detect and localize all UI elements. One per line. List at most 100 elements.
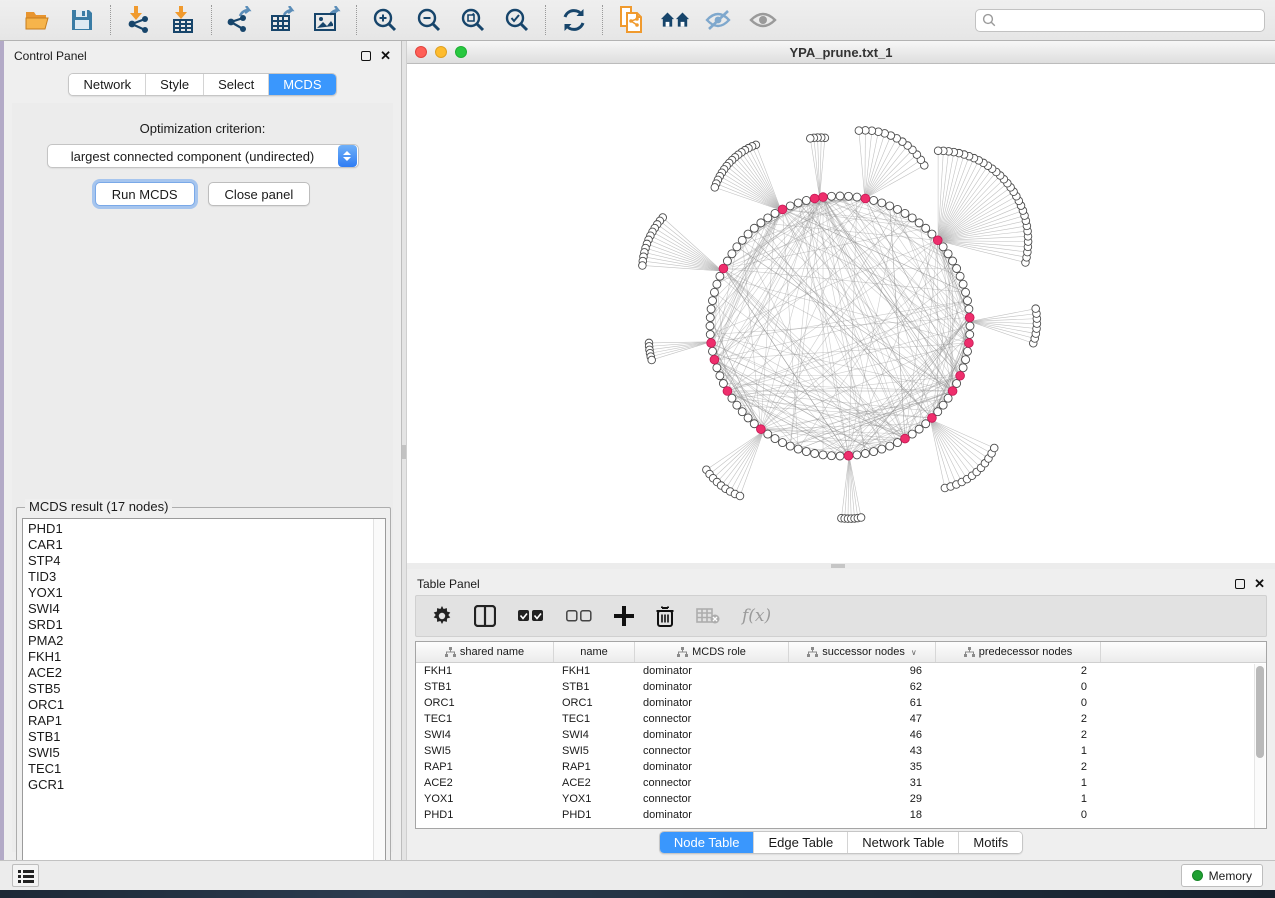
- show-hidden-icon[interactable]: [748, 5, 778, 35]
- mcds-result-item[interactable]: RAP1: [28, 713, 385, 729]
- mcds-result-item[interactable]: PHD1: [28, 521, 385, 537]
- mcds-result-item[interactable]: FKH1: [28, 649, 385, 665]
- mcds-result-item[interactable]: SWI4: [28, 601, 385, 617]
- close-panel-icon[interactable]: ✕: [1254, 579, 1265, 589]
- duplicate-network-icon[interactable]: [616, 5, 646, 35]
- split-view-icon[interactable]: [474, 605, 496, 627]
- export-table-icon[interactable]: [269, 5, 299, 35]
- mcds-result-item[interactable]: TID3: [28, 569, 385, 585]
- refresh-icon[interactable]: [559, 5, 589, 35]
- table-cell: connector: [635, 775, 789, 791]
- table-settings-icon[interactable]: [432, 606, 452, 626]
- zoom-selected-icon[interactable]: [502, 5, 532, 35]
- table-row[interactable]: ORC1ORC1dominator610: [416, 695, 1266, 711]
- table-row[interactable]: YOX1YOX1connector291: [416, 791, 1266, 807]
- table-cell: connector: [635, 711, 789, 727]
- zoom-fit-icon[interactable]: [458, 5, 488, 35]
- table-toolbar: f(x): [415, 595, 1267, 637]
- network-graph[interactable]: [407, 64, 1275, 563]
- close-panel-button[interactable]: Close panel: [208, 182, 311, 206]
- add-column-icon[interactable]: [614, 606, 634, 626]
- tab-network-table[interactable]: Network Table: [848, 832, 959, 853]
- open-file-icon[interactable]: [23, 5, 53, 35]
- mcds-result-item[interactable]: ACE2: [28, 665, 385, 681]
- criterion-dropdown[interactable]: largest connected component (undirected): [47, 144, 359, 168]
- table-row[interactable]: FKH1FKH1dominator962: [416, 663, 1266, 679]
- export-image-icon[interactable]: [313, 5, 343, 35]
- import-table-icon[interactable]: [168, 5, 198, 35]
- import-network-icon[interactable]: [124, 5, 154, 35]
- table-cell: RAP1: [554, 759, 635, 775]
- table-cell: dominator: [635, 679, 789, 695]
- run-mcds-button[interactable]: Run MCDS: [95, 182, 195, 206]
- tab-motifs[interactable]: Motifs: [959, 832, 1022, 853]
- mcds-result-item[interactable]: STP4: [28, 553, 385, 569]
- mcds-result-item[interactable]: ORC1: [28, 697, 385, 713]
- column-header-name[interactable]: name: [554, 642, 635, 662]
- export-network-icon[interactable]: [225, 5, 255, 35]
- splitter-grip[interactable]: [831, 564, 845, 568]
- hide-selected-icon[interactable]: [704, 5, 734, 35]
- zoom-out-icon[interactable]: [414, 5, 444, 35]
- mcds-result-item[interactable]: CAR1: [28, 537, 385, 553]
- search-input[interactable]: [975, 9, 1265, 32]
- mcds-result-item[interactable]: SRD1: [28, 617, 385, 633]
- table-cell: dominator: [635, 807, 789, 823]
- task-history-button[interactable]: [12, 864, 39, 887]
- table-cell: PHD1: [416, 807, 554, 823]
- tab-style[interactable]: Style: [146, 74, 204, 95]
- table-row[interactable]: STB1STB1dominator620: [416, 679, 1266, 695]
- table-cell: 47: [789, 711, 936, 727]
- memory-button[interactable]: Memory: [1181, 864, 1263, 887]
- column-header-predecessor-nodes[interactable]: predecessor nodes: [936, 642, 1101, 662]
- table-scrollbar[interactable]: [1254, 664, 1265, 828]
- delete-column-icon[interactable]: [656, 606, 674, 627]
- network-canvas[interactable]: [407, 64, 1275, 563]
- mcds-result-item[interactable]: GCR1: [28, 777, 385, 793]
- float-panel-icon[interactable]: [1235, 579, 1245, 589]
- zoom-in-icon[interactable]: [370, 5, 400, 35]
- network-titlebar[interactable]: YPA_prune.txt_1: [407, 41, 1275, 64]
- table-cell: 46: [789, 727, 936, 743]
- tab-mcds[interactable]: MCDS: [269, 74, 335, 95]
- mcds-result-item[interactable]: PMA2: [28, 633, 385, 649]
- mcds-list-scrollbar[interactable]: [373, 519, 385, 872]
- table-cell: FKH1: [554, 663, 635, 679]
- table-row[interactable]: SWI5SWI5connector431: [416, 743, 1266, 759]
- float-panel-icon[interactable]: [361, 51, 371, 61]
- table-row[interactable]: RAP1RAP1dominator352: [416, 759, 1266, 775]
- table-row[interactable]: ACE2ACE2connector311: [416, 775, 1266, 791]
- table-cell: 61: [789, 695, 936, 711]
- column-header-successor-nodes[interactable]: successor nodes∨: [789, 642, 936, 662]
- tab-select[interactable]: Select: [204, 74, 269, 95]
- mcds-result-list[interactable]: PHD1CAR1STP4TID3YOX1SWI4SRD1PMA2FKH1ACE2…: [22, 518, 386, 873]
- table-cell: YOX1: [554, 791, 635, 807]
- table-cell: 0: [936, 807, 1101, 823]
- column-header-MCDS-role[interactable]: MCDS role: [635, 642, 789, 662]
- save-icon[interactable]: [67, 5, 97, 35]
- tab-node-table[interactable]: Node Table: [660, 832, 755, 853]
- memory-status-icon: [1192, 870, 1203, 881]
- select-all-columns-icon[interactable]: [518, 610, 544, 623]
- tab-network[interactable]: Network: [69, 74, 146, 95]
- column-header-shared-name[interactable]: shared name: [416, 642, 554, 662]
- table-row[interactable]: TEC1TEC1connector472: [416, 711, 1266, 727]
- table-cell: 2: [936, 711, 1101, 727]
- mcds-result-item[interactable]: STB5: [28, 681, 385, 697]
- splitter-grip[interactable]: [402, 445, 406, 459]
- first-neighbors-icon[interactable]: [660, 5, 690, 35]
- table-row[interactable]: PHD1PHD1dominator180: [416, 807, 1266, 823]
- table-row[interactable]: SWI4SWI4dominator462: [416, 727, 1266, 743]
- mcds-result-item[interactable]: YOX1: [28, 585, 385, 601]
- table-scrollbar-thumb[interactable]: [1256, 666, 1264, 758]
- mcds-result-item[interactable]: STB1: [28, 729, 385, 745]
- close-panel-icon[interactable]: ✕: [380, 51, 391, 61]
- main-toolbar: [0, 0, 1275, 41]
- table-cell: ORC1: [416, 695, 554, 711]
- unselect-all-columns-icon[interactable]: [566, 610, 592, 623]
- mcds-result-item[interactable]: TEC1: [28, 761, 385, 777]
- search-text-field[interactable]: [996, 13, 1246, 27]
- search-area: [975, 9, 1265, 32]
- mcds-result-item[interactable]: SWI5: [28, 745, 385, 761]
- tab-edge-table[interactable]: Edge Table: [754, 832, 848, 853]
